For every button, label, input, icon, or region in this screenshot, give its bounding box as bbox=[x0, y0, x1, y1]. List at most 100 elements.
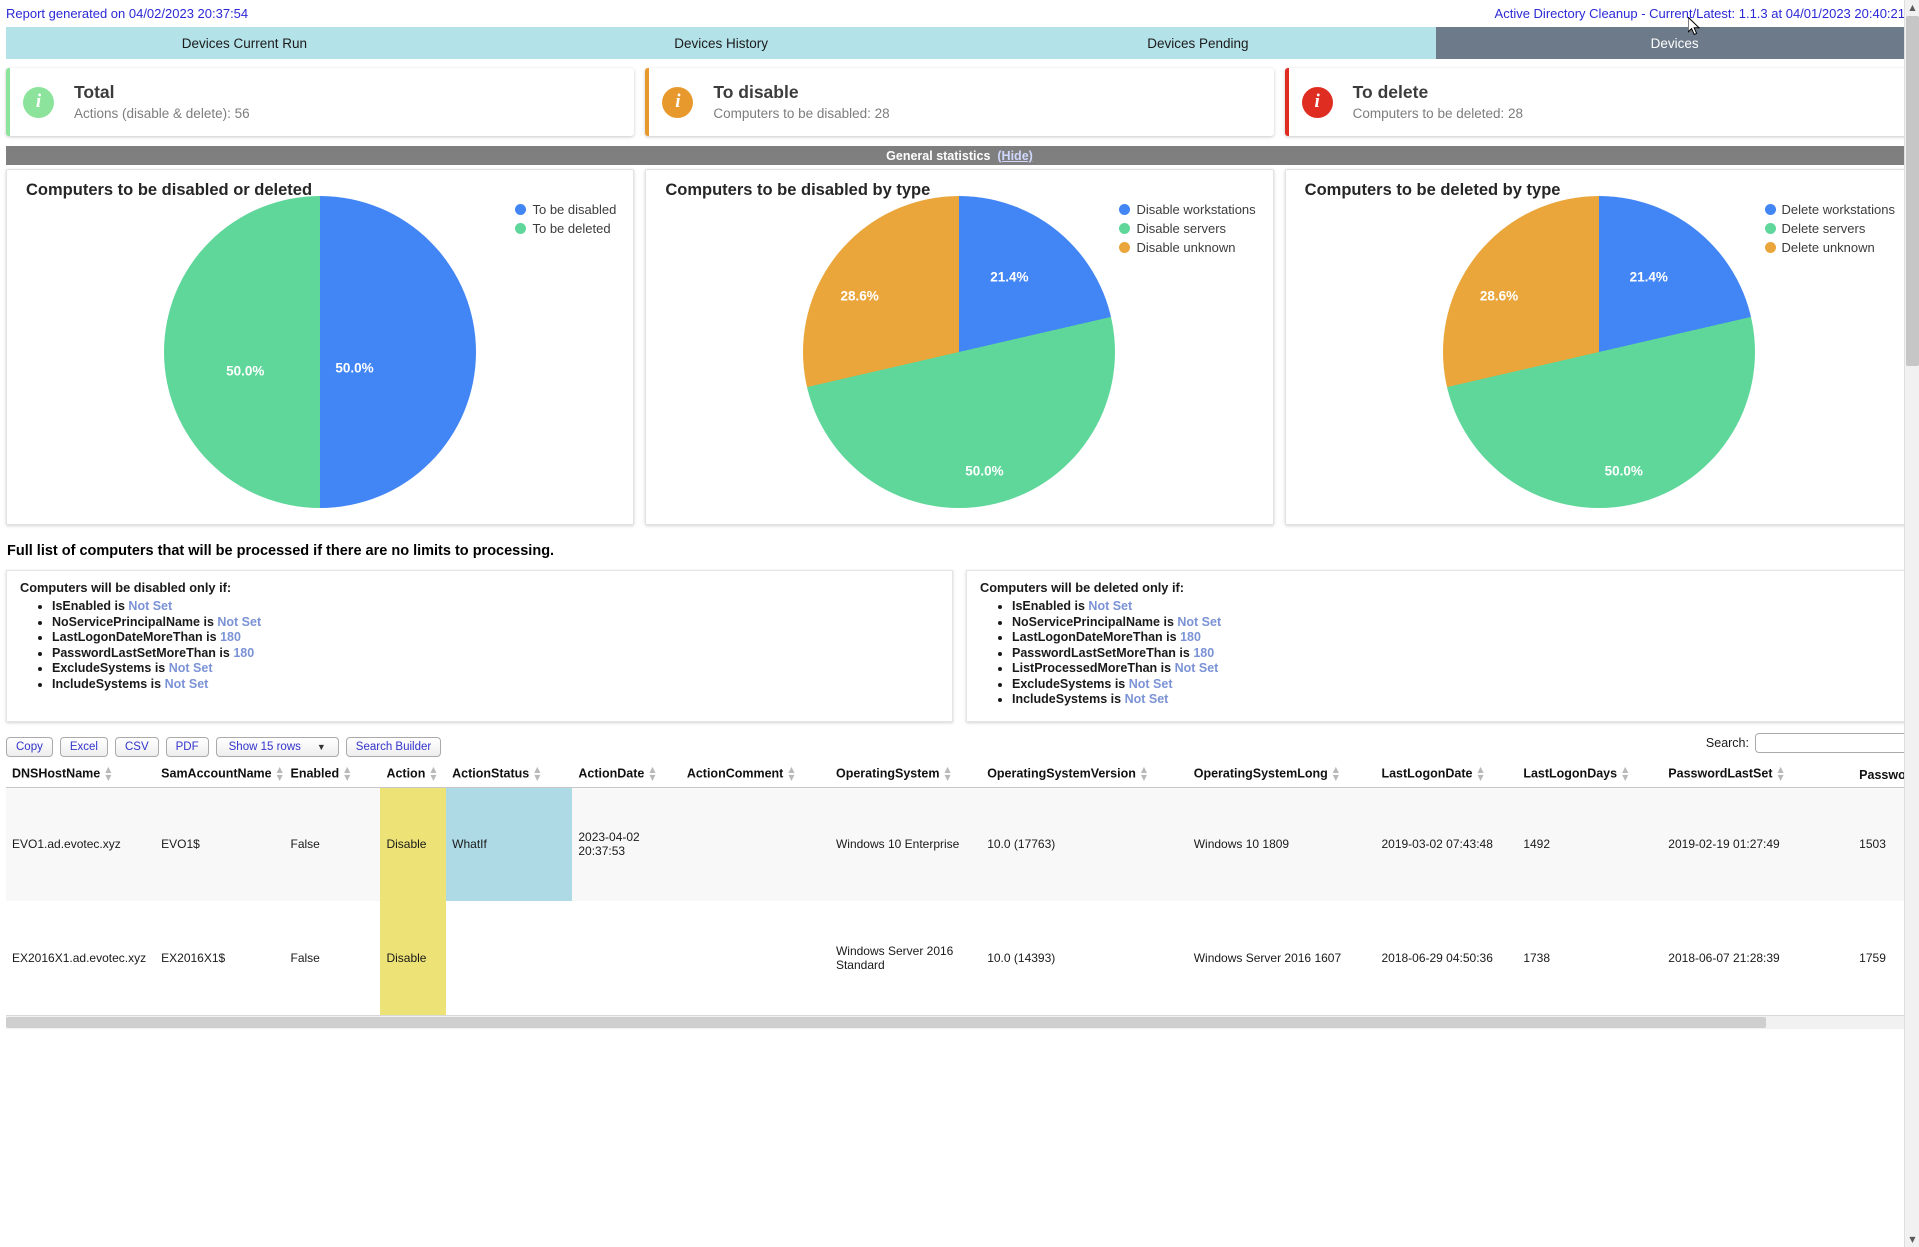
sort-icon: ▲ ▼ bbox=[105, 764, 112, 782]
criteria-item: IsEnabled is Not Set bbox=[52, 599, 939, 615]
sort-icon: ▲ ▼ bbox=[944, 764, 951, 782]
criteria-disable-list: IsEnabled is Not Set NoServicePrincipalN… bbox=[20, 599, 939, 692]
report-generated-link[interactable]: Report generated on 04/02/2023 20:37:54 bbox=[6, 6, 248, 21]
col-passwordlastset[interactable]: PasswordLastSet ▲ ▼ bbox=[1662, 763, 1854, 788]
copy-button[interactable]: Copy bbox=[6, 736, 53, 757]
pie-chart[interactable]: 21.4% 50.0% 28.6% bbox=[1442, 196, 1755, 508]
table-scroll-viewport: DNSHostName ▲ ▼ SamAccountName ▲ ▼ Enabled ▲ ▼… bbox=[6, 763, 1913, 1015]
app-version-link[interactable]: Active Directory Cleanup - Current/Lates… bbox=[1495, 6, 1905, 21]
full-list-heading: Full list of computers that will be proc… bbox=[7, 543, 555, 559]
col-lastlogondate[interactable]: LastLogonDate ▲ ▼ bbox=[1375, 763, 1518, 788]
hide-statistics-link[interactable]: (Hide) bbox=[997, 149, 1032, 163]
card-total: i Total Actions (disable & delete): 56 bbox=[6, 68, 635, 136]
cell-operatingsystem: Windows 10 Enterprise bbox=[829, 787, 982, 901]
criteria-delete-list: IsEnabled is Not Set NoServicePrincipalN… bbox=[980, 599, 1899, 708]
col-actioncomment[interactable]: ActionComment ▲ ▼ bbox=[680, 763, 830, 788]
col-operatingsystemlong[interactable]: OperatingSystemLong ▲ ▼ bbox=[1187, 763, 1376, 788]
criteria-item: NoServicePrincipalName is Not Set bbox=[1012, 615, 1899, 631]
cell-samaccountname: EX2016X1$ bbox=[155, 901, 285, 1015]
card-to-disable-subtitle: Computers to be disabled: 28 bbox=[713, 105, 890, 121]
cell-operatingsystem: Windows Server 2016 Standard bbox=[829, 901, 982, 1015]
info-icon: i bbox=[662, 86, 694, 118]
pie-slice-label-disable-unknown: 28.6% bbox=[840, 288, 879, 304]
col-operatingsystem[interactable]: OperatingSystem ▲ ▼ bbox=[829, 763, 982, 788]
tab-devices-current-run[interactable]: Devices Current Run bbox=[6, 27, 483, 59]
scroll-up-arrow[interactable]: ▲ bbox=[1905, 0, 1919, 15]
tab-devices-pending[interactable]: Devices Pending bbox=[959, 27, 1437, 59]
sort-icon: ▲ ▼ bbox=[649, 764, 656, 782]
criteria-row: Computers will be disabled only if: IsEn… bbox=[6, 570, 1913, 722]
cell-operatingsystemversion: 10.0 (17763) bbox=[981, 787, 1188, 901]
scrollbar-thumb[interactable] bbox=[6, 1017, 1766, 1028]
col-operatingsystemversion[interactable]: OperatingSystemVersion ▲ ▼ bbox=[981, 763, 1188, 788]
criteria-item: ExcludeSystems is Not Set bbox=[52, 661, 939, 677]
show-rows-dropdown[interactable]: Show 15 rows ▼ bbox=[215, 736, 339, 757]
cell-passwordlastset: 2018-06-07 21:28:39 bbox=[1662, 901, 1854, 1015]
data-table-section: Copy Excel CSV PDF Show 15 rows ▼ Search … bbox=[6, 732, 1913, 1015]
sort-icon: ▲ ▼ bbox=[534, 764, 541, 782]
sort-icon: ▲ ▼ bbox=[1477, 764, 1484, 782]
table-toolbar: Copy Excel CSV PDF Show 15 rows ▼ Search … bbox=[6, 736, 1913, 758]
card-to-delete: i To delete Computers to be deleted: 28 bbox=[1284, 68, 1913, 136]
col-lastlogondays[interactable]: LastLogonDays ▲ ▼ bbox=[1517, 763, 1663, 788]
col-action[interactable]: Action ▲ ▼ bbox=[380, 763, 447, 788]
tab-devices[interactable]: Devices bbox=[1436, 27, 1913, 59]
cell-actionstatus bbox=[446, 901, 573, 1015]
col-actionstatus[interactable]: ActionStatus ▲ ▼ bbox=[446, 763, 573, 788]
table-row[interactable]: EX2016X1.ad.evotec.xyz EX2016X1$ False D… bbox=[6, 901, 1913, 1015]
table-search: Search: bbox=[1706, 732, 1907, 753]
criteria-item: IncludeSystems is Not Set bbox=[1012, 692, 1899, 708]
criteria-item: LastLogonDateMoreThan is 180 bbox=[1012, 630, 1899, 646]
csv-button[interactable]: CSV bbox=[114, 736, 159, 757]
card-to-disable: i To disable Computers to be disabled: 2… bbox=[645, 68, 1274, 136]
cell-dnshostname: EX2016X1.ad.evotec.xyz bbox=[6, 901, 156, 1015]
sort-icon: ▲ ▼ bbox=[276, 764, 283, 782]
sort-icon: ▲ ▼ bbox=[1622, 764, 1629, 782]
pie-slice-label-to-be-deleted: 50.0% bbox=[226, 363, 265, 379]
col-dnshostname[interactable]: DNSHostName ▲ ▼ bbox=[6, 763, 156, 788]
general-statistics-band: General statistics (Hide) bbox=[6, 146, 1913, 165]
pie-chart[interactable]: 21.4% 50.0% 28.6% bbox=[803, 196, 1116, 508]
cell-actiondate: 2023-04-02 20:37:53 bbox=[572, 787, 681, 901]
col-enabled[interactable]: Enabled ▲ ▼ bbox=[284, 763, 381, 788]
sort-icon: ▲ ▼ bbox=[344, 764, 351, 782]
pdf-button[interactable]: PDF bbox=[165, 736, 209, 757]
card-to-delete-subtitle: Computers to be deleted: 28 bbox=[1352, 105, 1524, 121]
sort-icon: ▲ ▼ bbox=[430, 764, 437, 782]
scrollbar-thumb[interactable] bbox=[1906, 16, 1919, 366]
pie-slice-label-to-be-disabled: 50.0% bbox=[335, 360, 374, 376]
pie-container: 21.4% 50.0% 28.6% bbox=[646, 196, 1272, 508]
col-actiondate[interactable]: ActionDate ▲ ▼ bbox=[572, 763, 681, 788]
sort-icon: ▲ ▼ bbox=[1140, 764, 1148, 782]
criteria-item: LastLogonDateMoreThan is 180 bbox=[52, 630, 939, 646]
criteria-item: PasswordLastSetMoreThan is 180 bbox=[1012, 646, 1899, 662]
cell-dnshostname: EVO1.ad.evotec.xyz bbox=[6, 787, 156, 901]
cell-action: Disable bbox=[380, 901, 447, 1015]
info-icon: i bbox=[1301, 86, 1333, 118]
table-horizontal-scrollbar[interactable] bbox=[6, 1015, 1913, 1029]
card-to-delete-title: To delete bbox=[1352, 81, 1429, 102]
general-statistics-label: General statistics bbox=[886, 148, 991, 163]
scroll-down-arrow[interactable]: ▼ bbox=[1905, 1232, 1919, 1247]
criteria-delete-heading: Computers will be deleted only if: bbox=[980, 580, 1185, 595]
search-builder-button[interactable]: Search Builder bbox=[345, 736, 442, 757]
criteria-item: IncludeSystems is Not Set bbox=[52, 677, 939, 693]
criteria-item: PasswordLastSetMoreThan is 180 bbox=[52, 646, 939, 662]
pie-container: 21.4% 50.0% 28.6% bbox=[1286, 196, 1912, 508]
col-samaccountname[interactable]: SamAccountName ▲ ▼ bbox=[155, 763, 285, 788]
table-row[interactable]: EVO1.ad.evotec.xyz EVO1$ False Disable W… bbox=[6, 787, 1913, 901]
tab-devices-history[interactable]: Devices History bbox=[482, 27, 960, 59]
excel-button[interactable]: Excel bbox=[59, 736, 108, 757]
chart-computers-disabled-or-deleted: Computers to be disabled or deleted To b… bbox=[6, 169, 635, 525]
search-input[interactable] bbox=[1755, 732, 1907, 753]
cell-samaccountname: EVO1$ bbox=[155, 787, 285, 901]
criteria-item: ExcludeSystems is Not Set bbox=[1012, 677, 1899, 693]
card-total-subtitle: Actions (disable & delete): 56 bbox=[74, 105, 250, 121]
pie-slice-label-disable-workstations: 21.4% bbox=[990, 269, 1029, 285]
pie-chart[interactable]: 50.0% 50.0% bbox=[164, 196, 477, 508]
criteria-item: ListProcessedMoreThan is Not Set bbox=[1012, 661, 1899, 677]
page-vertical-scrollbar[interactable]: ▲ ▼ bbox=[1904, 0, 1919, 1247]
cell-passwordlastset: 2019-02-19 01:27:49 bbox=[1662, 787, 1854, 901]
cell-operatingsystemlong: Windows Server 2016 1607 bbox=[1187, 901, 1376, 1015]
cell-actiondate bbox=[572, 901, 681, 1015]
